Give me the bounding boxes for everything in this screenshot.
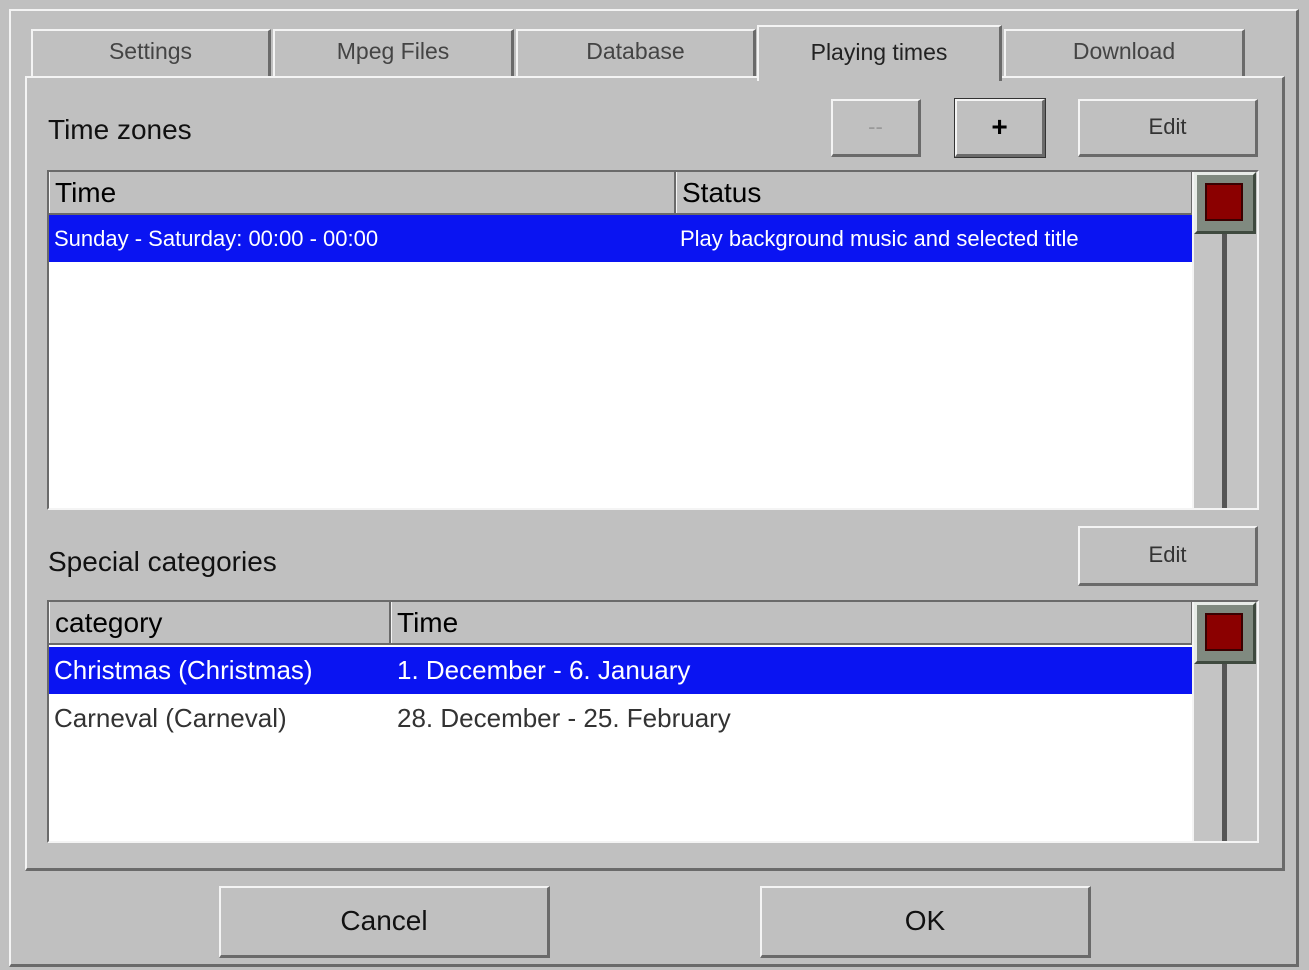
category-name: Carneval (Carneval)	[54, 703, 287, 733]
tab-label: Download	[1072, 38, 1176, 64]
time-zone-row[interactable]: Sunday - Saturday: 00:00 - 00:00 Play ba…	[49, 215, 1192, 262]
time-zone-time: Sunday - Saturday: 00:00 - 00:00	[54, 226, 379, 251]
category-name: Christmas (Christmas)	[54, 655, 313, 685]
tab-label: Mpeg Files	[336, 38, 450, 64]
time-zones-title: Time zones	[48, 114, 192, 145]
category-row[interactable]: Christmas (Christmas) 1. December - 6. J…	[49, 647, 1192, 694]
scroll-thumb-indicator	[1205, 613, 1243, 651]
tab-playing-times[interactable]: Playing times	[757, 25, 1002, 81]
scroll-thumb[interactable]	[1194, 602, 1256, 664]
playing-times-panel: Time zones -- + Edit Time Status Sunday …	[25, 76, 1285, 871]
time-zones-list[interactable]: Time Status Sunday - Saturday: 00:00 - 0…	[47, 170, 1259, 510]
scroll-track	[1222, 664, 1227, 841]
ok-label: OK	[904, 905, 946, 936]
category-time: 28. December - 25. February	[397, 703, 731, 733]
edit-label: Edit	[1148, 114, 1187, 139]
edit-special-categories-button[interactable]: Edit	[1078, 526, 1258, 586]
special-categories-list[interactable]: category Time Christmas (Christmas) 1. D…	[47, 600, 1259, 843]
category-row[interactable]: Carneval (Carneval) 28. December - 25. F…	[49, 695, 1192, 742]
scroll-thumb[interactable]	[1194, 172, 1256, 234]
time-zone-status: Play background music and selected title	[680, 226, 1079, 251]
special-categories-title: Special categories	[48, 546, 277, 577]
column-header-time[interactable]: Time	[49, 172, 676, 213]
special-categories-header: category Time	[49, 602, 1193, 645]
edit-time-zones-button[interactable]: Edit	[1078, 99, 1258, 157]
special-categories-scrollbar[interactable]	[1192, 602, 1257, 841]
scroll-track	[1222, 234, 1227, 508]
tab-settings[interactable]: Settings	[31, 29, 271, 79]
cancel-button[interactable]: Cancel	[219, 886, 550, 958]
ok-button[interactable]: OK	[760, 886, 1091, 958]
tab-label: Database	[586, 38, 685, 64]
add-time-zone-button[interactable]: +	[954, 98, 1046, 158]
tab-download[interactable]: Download	[1004, 29, 1245, 79]
column-header-time[interactable]: Time	[391, 602, 1193, 643]
remove-time-zone-button[interactable]: --	[831, 99, 921, 157]
tab-label: Settings	[108, 38, 193, 64]
time-zones-header: Time Status	[49, 172, 1193, 215]
tab-mpeg-files[interactable]: Mpeg Files	[273, 29, 514, 79]
category-time: 1. December - 6. January	[397, 655, 691, 685]
column-header-status[interactable]: Status	[676, 172, 1193, 213]
tab-database[interactable]: Database	[516, 29, 756, 79]
scroll-thumb-indicator	[1205, 183, 1243, 221]
remove-label: --	[868, 114, 883, 139]
add-label: +	[991, 111, 1008, 142]
tab-label: Playing times	[810, 39, 948, 65]
time-zones-scrollbar[interactable]	[1192, 172, 1257, 508]
edit-label: Edit	[1148, 542, 1187, 567]
cancel-label: Cancel	[340, 905, 428, 936]
column-header-category[interactable]: category	[49, 602, 391, 643]
